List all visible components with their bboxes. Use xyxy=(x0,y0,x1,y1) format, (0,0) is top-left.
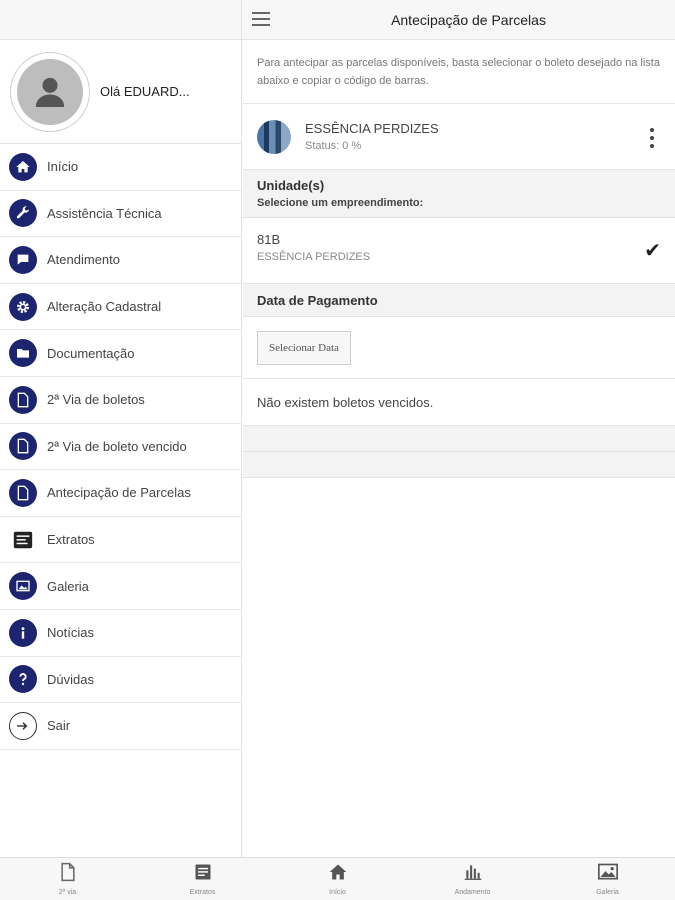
logout-icon xyxy=(9,711,37,740)
sidebar-item-label: Sair xyxy=(47,718,71,734)
bar-chart-icon xyxy=(463,862,483,887)
project-info: ESSÊNCIA PERDIZES Status: 0 % xyxy=(305,121,439,152)
tab-label: Início xyxy=(329,889,346,896)
image-icon xyxy=(597,862,619,887)
top-bar: Antecipação de Parcelas xyxy=(242,0,675,40)
units-title: Unidade(s) xyxy=(257,178,325,193)
tab-label: Andamento xyxy=(454,889,491,896)
sidebar-item-label: Documentação xyxy=(47,345,135,361)
sidebar-item-label: 2ª Via de boleto vencido xyxy=(47,438,187,454)
project-thumbnail xyxy=(257,119,291,154)
sidebar-item-2a-via-boletos[interactable]: 2ª Via de boletos xyxy=(0,377,241,424)
sidebar-item-label: Dúvidas xyxy=(47,671,94,687)
tab-inicio[interactable]: Início xyxy=(270,858,405,900)
home-icon xyxy=(9,152,37,181)
sidebar-item-2a-via-boleto-vencido[interactable]: 2ª Via de boleto vencido xyxy=(0,424,241,471)
unit-project: ESSÊNCIA PERDIZES xyxy=(257,251,371,263)
project-name: ESSÊNCIA PERDIZES xyxy=(305,121,439,136)
list-divider xyxy=(243,426,675,452)
profile-card: Olá EDUARD... xyxy=(0,40,241,144)
sidebar-item-label: Assistência Técnica xyxy=(47,205,162,221)
sidebar-item-label: Atendimento xyxy=(47,252,120,268)
units-header: Unidade(s) Selecione um empreendimento: xyxy=(243,170,675,218)
document-icon xyxy=(9,478,37,507)
more-options-icon[interactable] xyxy=(649,128,655,148)
info-icon xyxy=(9,618,37,647)
sidebar-item-noticias[interactable]: Notícias xyxy=(0,610,241,657)
main-content: Para antecipar as parcelas disponíveis, … xyxy=(243,40,675,857)
sidebar-item-extratos[interactable]: Extratos xyxy=(0,517,241,564)
sidebar-item-alteracao-cadastral[interactable]: Alteração Cadastral xyxy=(0,284,241,331)
gear-icon xyxy=(9,292,37,321)
checkmark-icon: ✔ xyxy=(644,240,661,262)
document-icon xyxy=(9,432,37,461)
tab-label: Extratos xyxy=(189,889,216,896)
document-icon xyxy=(9,385,37,414)
sidebar-item-galeria[interactable]: Galeria xyxy=(0,563,241,610)
home-icon xyxy=(328,862,348,887)
units-subtitle: Selecione um empreendimento: xyxy=(257,197,424,209)
select-date-button[interactable]: Selecionar Data xyxy=(257,331,351,365)
sidebar-item-label: Notícias xyxy=(47,625,94,641)
tab-extratos[interactable]: Extratos xyxy=(135,858,270,900)
document-icon xyxy=(59,862,77,887)
sidebar-item-assistencia-tecnica[interactable]: Assistência Técnica xyxy=(0,191,241,238)
tab-andamento[interactable]: Andamento xyxy=(405,858,540,900)
sidebar-item-label: 2ª Via de boletos xyxy=(47,392,145,408)
payment-date-title: Data de Pagamento xyxy=(243,284,675,317)
folder-icon xyxy=(9,339,37,368)
list-icon xyxy=(193,862,213,887)
sidebar-item-antecipacao-parcelas[interactable]: Antecipação de Parcelas xyxy=(0,470,241,517)
user-icon xyxy=(17,58,83,125)
empty-state-message: Não existem boletos vencidos. xyxy=(243,379,675,426)
sidebar-menu: Início Assistência Técnica Atendimento A… xyxy=(0,144,241,750)
project-status: Status: 0 % xyxy=(305,140,362,152)
sidebar-item-label: Antecipação de Parcelas xyxy=(47,485,191,501)
image-icon xyxy=(9,572,37,601)
user-greeting: Olá EDUARD... xyxy=(100,84,190,99)
sidebar-item-label: Alteração Cadastral xyxy=(47,299,162,315)
list-divider xyxy=(243,452,675,478)
sidebar: Olá EDUARD... Início Assistência Técnica… xyxy=(0,0,242,857)
chat-icon xyxy=(9,245,37,274)
sidebar-item-label: Extratos xyxy=(47,532,95,548)
wrench-icon xyxy=(9,199,37,228)
sidebar-item-atendimento[interactable]: Atendimento xyxy=(0,237,241,284)
tab-label: 2ª via xyxy=(58,889,77,896)
sidebar-item-label: Galeria xyxy=(47,578,89,594)
question-icon xyxy=(9,665,37,694)
instructions-text: Para antecipar as parcelas disponíveis, … xyxy=(243,40,675,104)
date-picker-area: Selecionar Data xyxy=(243,317,675,379)
sidebar-item-duvidas[interactable]: Dúvidas xyxy=(0,657,241,704)
page-title: Antecipação de Parcelas xyxy=(391,12,546,28)
tab-galeria[interactable]: Galeria xyxy=(540,858,675,900)
sidebar-item-documentacao[interactable]: Documentação xyxy=(0,330,241,377)
sidebar-item-inicio[interactable]: Início xyxy=(0,144,241,191)
unit-code: 81B xyxy=(257,232,281,247)
bottom-nav: 2ª via Extratos Início Andamento Galeria xyxy=(0,857,675,900)
unit-item[interactable]: 81B ESSÊNCIA PERDIZES ✔ xyxy=(243,218,675,284)
tab-label: Galeria xyxy=(596,889,619,896)
avatar[interactable] xyxy=(10,51,90,132)
statement-icon xyxy=(9,526,37,554)
sidebar-header xyxy=(0,0,241,40)
sidebar-item-sair[interactable]: Sair xyxy=(0,703,241,750)
tab-2a-via[interactable]: 2ª via xyxy=(0,858,135,900)
sidebar-item-label: Início xyxy=(47,159,79,175)
project-row[interactable]: ESSÊNCIA PERDIZES Status: 0 % xyxy=(243,104,675,170)
